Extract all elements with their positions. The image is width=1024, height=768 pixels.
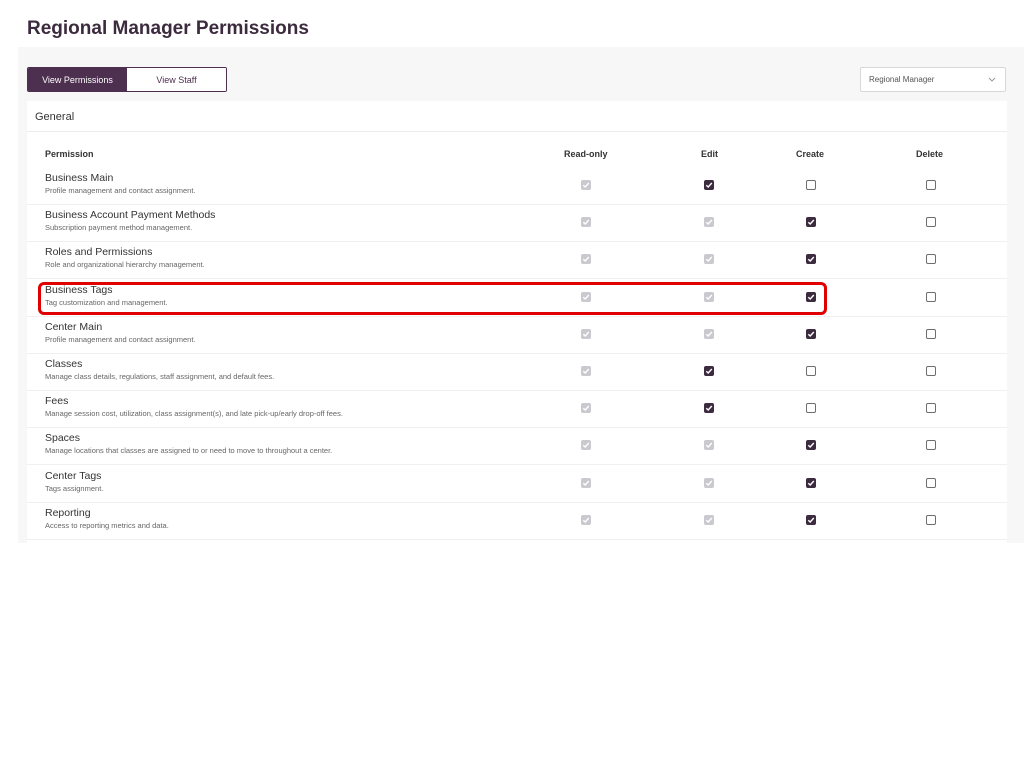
permission-description: Tags assignment.	[45, 483, 104, 493]
table-row: Center Tags Tags assignment.	[27, 466, 1007, 503]
permission-name: Reporting	[45, 506, 91, 519]
table-row: Center Main Profile management and contac…	[27, 317, 1007, 354]
column-header-read-only: Read-only	[564, 149, 608, 159]
permission-description: Tag customization and management.	[45, 297, 168, 307]
permission-name: Fees	[45, 395, 69, 408]
read-only-checkbox	[581, 514, 591, 525]
column-header-permission: Permission	[45, 149, 94, 159]
edit-checkbox[interactable]	[704, 403, 714, 414]
delete-checkbox[interactable]	[926, 180, 936, 190]
delete-checkbox[interactable]	[926, 440, 936, 451]
permission-name: Roles and Permissions	[45, 246, 153, 259]
create-checkbox[interactable]	[806, 291, 816, 302]
table-row: Spaces Manage locations that classes are …	[27, 428, 1007, 466]
create-checkbox[interactable]	[806, 440, 816, 451]
read-only-checkbox	[581, 477, 591, 488]
permission-description: Role and organizational hierarchy manage…	[45, 260, 205, 270]
tab-view-staff[interactable]: View Staff	[127, 68, 226, 91]
tab-view-permissions[interactable]: View Permissions	[28, 68, 127, 91]
delete-checkbox[interactable]	[926, 477, 936, 488]
chevron-down-icon	[987, 74, 997, 84]
delete-checkbox[interactable]	[926, 514, 936, 525]
edit-checkbox	[704, 328, 714, 339]
permission-description: Manage class details, regulations, staff…	[45, 372, 275, 381]
section-title: General	[35, 111, 75, 123]
delete-checkbox[interactable]	[926, 366, 936, 376]
edit-checkbox	[704, 254, 714, 265]
read-only-checkbox	[581, 254, 591, 265]
table-row: Business Account Payment Methods Subscrip…	[27, 205, 1007, 243]
read-only-checkbox	[581, 440, 591, 451]
page-title: Regional Manager Permissions	[27, 18, 309, 39]
table-row: Classes Manage class details, regulations…	[27, 354, 1007, 391]
edit-checkbox[interactable]	[704, 366, 714, 376]
edit-checkbox	[704, 477, 714, 488]
column-header-delete: Delete	[916, 149, 944, 159]
column-header-edit: Edit	[701, 149, 718, 159]
permission-description: Access to reporting metrics and data.	[45, 520, 169, 530]
permission-name: Business Tags	[45, 283, 113, 296]
read-only-checkbox	[581, 217, 591, 228]
permission-name: Center Tags	[45, 469, 102, 482]
view-tabs: View Permissions View Staff	[27, 67, 227, 92]
read-only-checkbox	[581, 180, 591, 190]
table-row: Reporting Access to reporting metrics and…	[27, 503, 1007, 540]
create-checkbox[interactable]	[806, 180, 816, 190]
create-checkbox[interactable]	[806, 217, 816, 228]
create-checkbox[interactable]	[806, 403, 816, 414]
permission-description: Manage session cost, utilization, class …	[45, 409, 343, 419]
read-only-checkbox	[581, 328, 591, 339]
role-select[interactable]: Regional Manager	[860, 67, 1006, 92]
delete-checkbox[interactable]	[926, 254, 936, 265]
permission-description: Manage locations that classes are assign…	[45, 446, 333, 456]
role-select-value: Regional Manager	[869, 75, 935, 84]
permission-name: Center Main	[45, 320, 103, 333]
read-only-checkbox	[581, 291, 591, 302]
create-checkbox[interactable]	[806, 514, 816, 525]
create-checkbox[interactable]	[806, 366, 816, 376]
edit-checkbox	[704, 291, 714, 302]
edit-checkbox	[704, 514, 714, 525]
delete-checkbox[interactable]	[926, 328, 936, 339]
permission-name: Spaces	[45, 432, 81, 445]
permission-name: Business Main	[45, 172, 114, 184]
permissions-card: General Permission Read-only Edit Create…	[27, 101, 1007, 543]
read-only-checkbox	[581, 403, 591, 414]
create-checkbox[interactable]	[806, 254, 816, 265]
edit-checkbox	[704, 440, 714, 451]
section-divider	[27, 131, 1007, 132]
permission-description: Profile management and contact assignmen…	[45, 334, 196, 344]
permission-description: Profile management and contact assignmen…	[45, 186, 196, 195]
create-checkbox[interactable]	[806, 328, 816, 339]
create-checkbox[interactable]	[806, 477, 816, 488]
column-header-create: Create	[796, 149, 825, 159]
table-row: Roles and Permissions Role and organizati…	[27, 242, 1007, 280]
edit-checkbox[interactable]	[704, 180, 714, 190]
table-row: Fees Manage session cost, utilization, cl…	[27, 391, 1007, 429]
table-row: Business Tags Tag customization and manag…	[27, 280, 1007, 317]
permission-name: Business Account Payment Methods	[45, 209, 216, 222]
table-row: Business Main Profile management and cont…	[27, 168, 1007, 205]
delete-checkbox[interactable]	[926, 291, 936, 302]
read-only-checkbox	[581, 366, 591, 376]
edit-checkbox	[704, 217, 714, 228]
delete-checkbox[interactable]	[926, 403, 936, 414]
permission-description: Subscription payment method management.	[45, 223, 193, 233]
delete-checkbox[interactable]	[926, 217, 936, 228]
permission-name: Classes	[45, 358, 83, 370]
